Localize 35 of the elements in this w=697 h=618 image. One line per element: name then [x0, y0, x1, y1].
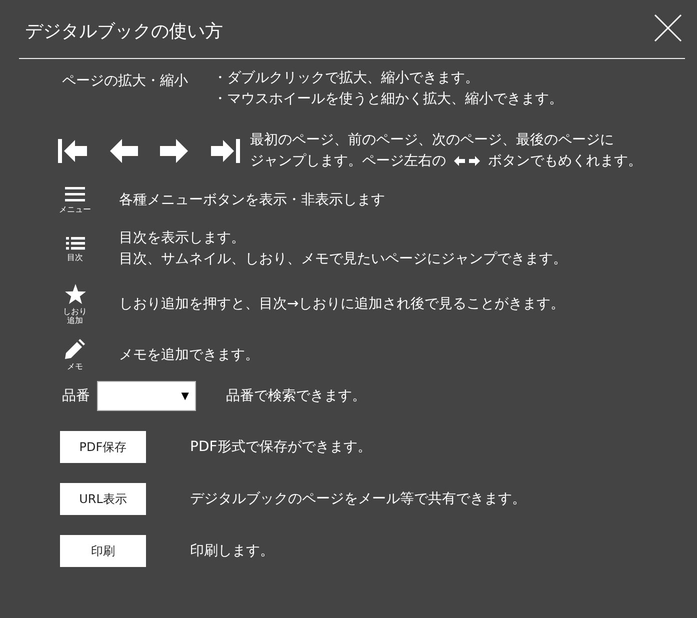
- first-page-icon[interactable]: [58, 139, 88, 163]
- icon-caption: 目次: [66, 252, 84, 262]
- instruction-text: 目次、サムネイル、しおり、メモで見たいページにジャンプできます。: [119, 250, 567, 269]
- pencil-icon[interactable]: [65, 339, 85, 359]
- section-label: ページの拡大・縮小: [61, 72, 189, 91]
- instruction-text: しおり追加を押すと、目次→しおりに追加され後で見ることがきます。: [119, 295, 565, 314]
- icon-caption: しおり追加: [62, 307, 88, 325]
- menu-icon[interactable]: [65, 186, 85, 202]
- instruction-text: ボタンでもめくれます。: [488, 153, 642, 169]
- instruction-text: 最初のページ、前のページ、次のページ、最後のページに: [250, 131, 615, 150]
- instruction-text: ・ダブルクリックで拡大、縮小できます。: [213, 69, 480, 88]
- instruction-text: ・マウスホイールを使うと細かく拡大、縮小できます。: [213, 90, 563, 109]
- instruction-text: 印刷します。: [189, 542, 274, 560]
- instruction-text: PDF形式で保存ができます。: [189, 438, 372, 456]
- last-page-icon[interactable]: [210, 139, 240, 163]
- icon-caption: メモ: [66, 362, 84, 371]
- window-title: デジタルブックの使い方: [25, 20, 223, 44]
- action-button[interactable]: PDF保存: [60, 431, 146, 463]
- icon-caption: メニュー: [58, 205, 92, 214]
- instruction-text: 各種メニューボタンを表示・非表示します: [119, 190, 385, 210]
- action-button[interactable]: URL表示: [60, 483, 146, 515]
- instruction-text: 目次を表示します。: [119, 229, 246, 248]
- list-icon[interactable]: [66, 236, 84, 250]
- product-number-dropdown[interactable]: ▼: [97, 381, 196, 411]
- instruction-text: メモを追加できます。: [119, 346, 259, 364]
- instruction-text: デジタルブックのページをメール等で共有できます。: [189, 490, 526, 508]
- instruction-text: 品番で検索できます。: [225, 386, 366, 406]
- star-icon[interactable]: [64, 284, 86, 304]
- next-page-icon[interactable]: [160, 139, 188, 163]
- instruction-text: ジャンプします。ページ左右の: [250, 153, 446, 169]
- close-icon[interactable]: [654, 14, 682, 42]
- arrows-icon: [454, 156, 480, 166]
- field-label: 品番: [61, 386, 91, 406]
- action-button[interactable]: 印刷: [60, 535, 146, 567]
- previous-page-icon[interactable]: [110, 139, 138, 163]
